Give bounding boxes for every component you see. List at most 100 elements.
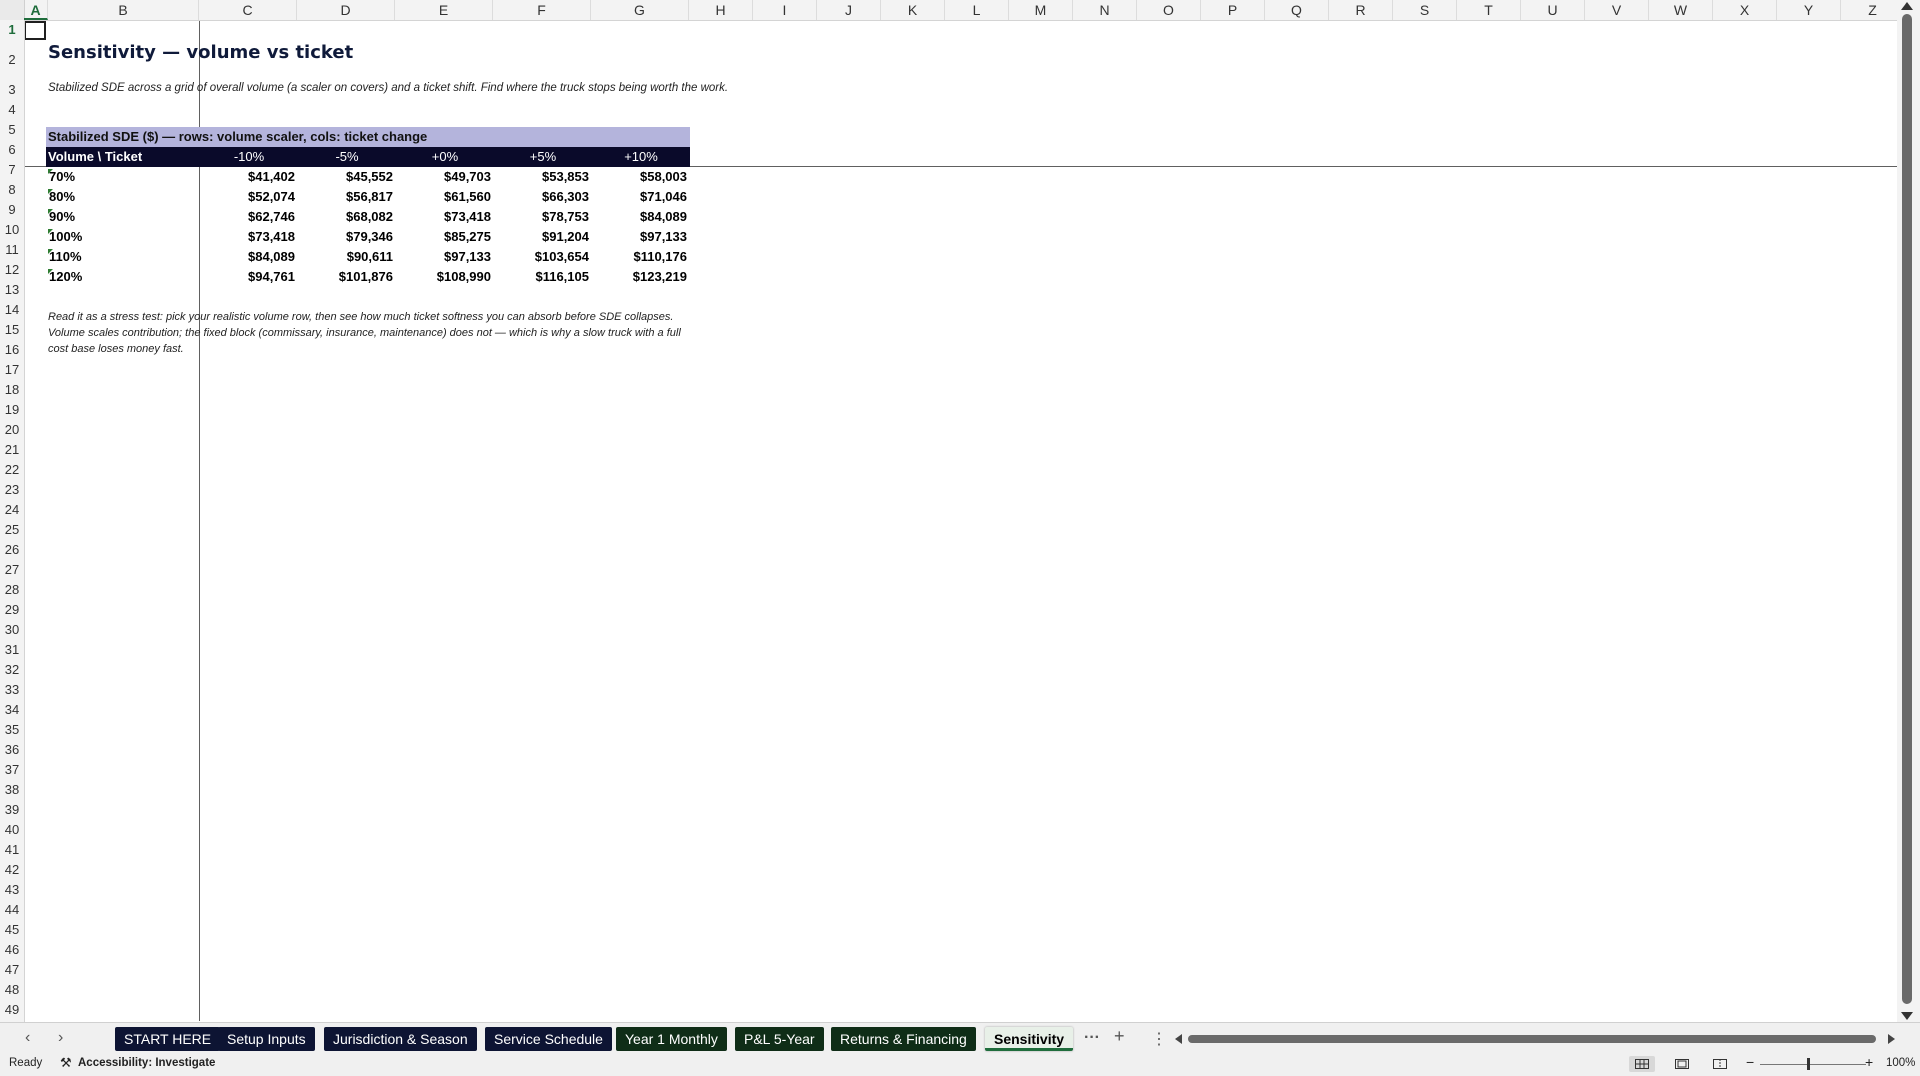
zoom-slider-thumb[interactable] [1807,1058,1810,1070]
volume-scaler-label[interactable]: 110% [48,249,82,264]
sheet-tab-year-1-monthly[interactable]: Year 1 Monthly [616,1027,727,1051]
row-header-39[interactable]: 39 [0,800,24,820]
volume-scaler-label[interactable]: 90% [48,209,75,224]
row-header-11[interactable]: 11 [0,240,24,260]
column-header-u[interactable]: U [1521,0,1585,20]
sde-value-cell[interactable]: $116,105 [494,269,589,284]
row-header-3[interactable]: 3 [0,80,24,100]
row-header-19[interactable]: 19 [0,400,24,420]
zoom-out-icon[interactable]: − [1746,1054,1754,1070]
sheet-tab-sensitivity[interactable]: Sensitivity [985,1027,1074,1051]
row-header-49[interactable]: 49 [0,1000,24,1020]
row-header-15[interactable]: 15 [0,320,24,340]
sde-value-cell[interactable]: $49,703 [396,169,491,184]
column-header-p[interactable]: P [1201,0,1265,20]
active-cell-a1[interactable] [25,21,46,40]
column-header-h[interactable]: H [689,0,753,20]
page-break-preview-icon[interactable] [1713,1059,1727,1069]
column-header-z[interactable]: Z [1841,0,1905,20]
row-header-48[interactable]: 48 [0,980,24,1000]
row-header-18[interactable]: 18 [0,380,24,400]
row-header-44[interactable]: 44 [0,900,24,920]
column-header-g[interactable]: G [591,0,689,20]
row-header-43[interactable]: 43 [0,880,24,900]
sde-value-cell[interactable]: $84,089 [592,209,687,224]
column-header-q[interactable]: Q [1265,0,1329,20]
sde-value-cell[interactable]: $52,074 [200,189,295,204]
vertical-dots-icon[interactable]: ⋮ [1151,1029,1167,1049]
row-header-40[interactable]: 40 [0,820,24,840]
select-all-corner[interactable] [0,0,25,20]
scroll-down-icon[interactable] [1901,1012,1913,1020]
row-header-16[interactable]: 16 [0,340,24,360]
row-header-23[interactable]: 23 [0,480,24,500]
sde-value-cell[interactable]: $78,753 [494,209,589,224]
row-header-21[interactable]: 21 [0,440,24,460]
sde-value-cell[interactable]: $79,346 [298,229,393,244]
accessibility-status[interactable]: Accessibility: Investigate [78,1057,215,1069]
row-header-17[interactable]: 17 [0,360,24,380]
sde-value-cell[interactable]: $41,402 [200,169,295,184]
sde-value-cell[interactable]: $61,560 [396,189,491,204]
row-header-36[interactable]: 36 [0,740,24,760]
sde-value-cell[interactable]: $97,133 [592,229,687,244]
sde-value-cell[interactable]: $58,003 [592,169,687,184]
column-header-y[interactable]: Y [1777,0,1841,20]
row-header-7[interactable]: 7 [0,160,24,180]
row-header-24[interactable]: 24 [0,500,24,520]
row-header-37[interactable]: 37 [0,760,24,780]
zoom-slider-track[interactable] [1760,1064,1866,1065]
column-header-d[interactable]: D [297,0,395,20]
sde-value-cell[interactable]: $66,303 [494,189,589,204]
horizontal-scroll-thumb[interactable] [1188,1035,1876,1043]
column-header-c[interactable]: C [199,0,297,20]
column-header-o[interactable]: O [1137,0,1201,20]
row-header-30[interactable]: 30 [0,620,24,640]
row-header-42[interactable]: 42 [0,860,24,880]
row-header-1[interactable]: 1 [0,20,24,40]
tab-scroll-left-icon[interactable]: ‹ [25,1029,30,1047]
row-header-47[interactable]: 47 [0,960,24,980]
row-header-45[interactable]: 45 [0,920,24,940]
column-header-f[interactable]: F [493,0,591,20]
row-header-27[interactable]: 27 [0,560,24,580]
row-header-28[interactable]: 28 [0,580,24,600]
sheet-tab-p-l-5-year[interactable]: P&L 5-Year [735,1027,824,1051]
column-header-w[interactable]: W [1649,0,1713,20]
ellipsis-icon[interactable]: ··· [1084,1029,1100,1047]
row-header-8[interactable]: 8 [0,180,24,200]
tab-scroll-right-icon[interactable]: › [58,1029,63,1047]
column-header-t[interactable]: T [1457,0,1521,20]
column-header-x[interactable]: X [1713,0,1777,20]
volume-scaler-label[interactable]: 70% [48,169,75,184]
hscroll-left-icon[interactable] [1175,1034,1182,1044]
row-header-25[interactable]: 25 [0,520,24,540]
zoom-in-icon[interactable]: + [1865,1054,1873,1070]
row-header-5[interactable]: 5 [0,120,24,140]
sde-value-cell[interactable]: $56,817 [298,189,393,204]
plus-icon[interactable]: + [1114,1026,1125,1047]
row-header-10[interactable]: 10 [0,220,24,240]
volume-scaler-label[interactable]: 100% [48,229,82,244]
sde-value-cell[interactable]: $97,133 [396,249,491,264]
row-header-14[interactable]: 14 [0,300,24,320]
scroll-up-icon[interactable] [1901,2,1913,10]
sde-value-cell[interactable]: $84,089 [200,249,295,264]
column-header-l[interactable]: L [945,0,1009,20]
column-header-s[interactable]: S [1393,0,1457,20]
column-header-n[interactable]: N [1073,0,1137,20]
column-header-b[interactable]: B [48,0,199,20]
volume-scaler-label[interactable]: 120% [48,269,82,284]
sde-value-cell[interactable]: $108,990 [396,269,491,284]
zoom-level[interactable]: 100% [1886,1057,1915,1069]
sde-value-cell[interactable]: $94,761 [200,269,295,284]
row-header-12[interactable]: 12 [0,260,24,280]
row-header-22[interactable]: 22 [0,460,24,480]
sde-value-cell[interactable]: $91,204 [494,229,589,244]
sheet-tab-start-here[interactable]: START HERE [115,1027,221,1051]
column-header-e[interactable]: E [395,0,493,20]
vertical-scroll-thumb[interactable] [1902,14,1912,1004]
row-header-35[interactable]: 35 [0,720,24,740]
sde-value-cell[interactable]: $85,275 [396,229,491,244]
row-header-33[interactable]: 33 [0,680,24,700]
